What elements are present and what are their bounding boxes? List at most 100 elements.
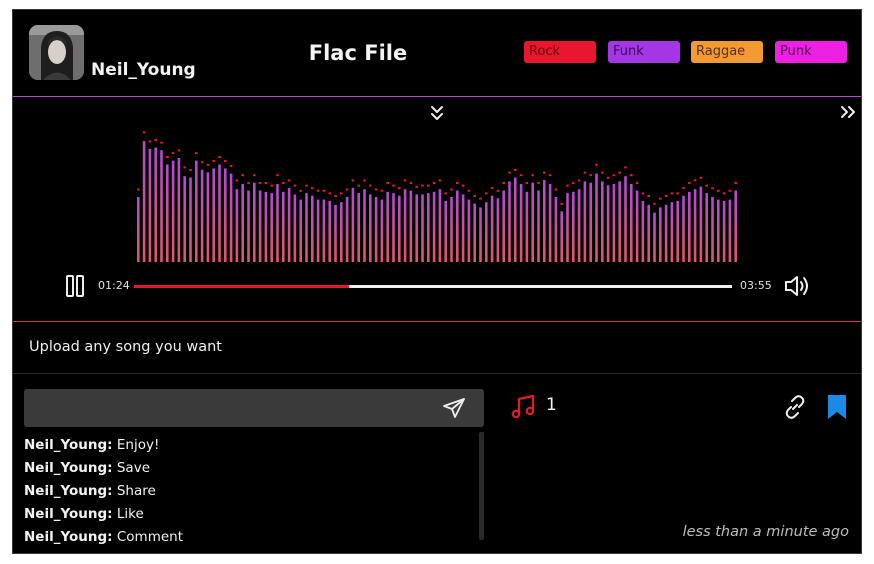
visualizer-bar (519, 184, 523, 262)
visualizer-peak (200, 161, 204, 164)
visualizer-bar (601, 181, 604, 262)
visualizer-bar (618, 181, 621, 262)
audio-visualizer (137, 131, 737, 262)
visualizer-bar (473, 203, 476, 262)
visualizer-bar (206, 172, 210, 262)
visualizer-bar (543, 180, 546, 262)
visualizer-bar (728, 199, 732, 262)
visualizer-peak (525, 182, 529, 184)
send-icon[interactable] (442, 397, 466, 419)
visualizer-peak (137, 188, 140, 191)
visualizer-peak (224, 159, 227, 162)
visualizer-peak (467, 189, 471, 192)
visualizer-peak (664, 195, 668, 197)
visualizer-peak (461, 184, 465, 187)
visualizer-bar (311, 195, 314, 262)
visualizer-bar (398, 195, 401, 262)
visualizer-peak (392, 184, 395, 187)
comment-author[interactable]: Neil_Young: (24, 506, 113, 522)
visualizer-bar (496, 198, 500, 262)
visualizer-peak (229, 165, 233, 168)
visualizer-peak (630, 174, 633, 177)
comment-author[interactable]: Neil_Young: (24, 460, 113, 476)
visualizer-peak (502, 182, 505, 184)
progress-bar[interactable] (134, 285, 732, 288)
visualizer-peak (717, 189, 720, 192)
visualizer-bar (154, 147, 157, 262)
visualizer-peak (659, 197, 662, 200)
visualizer-bar (212, 168, 215, 262)
visualizer-peak (595, 163, 598, 166)
visualizer-bar (403, 189, 407, 262)
visualizer-bar (363, 189, 366, 262)
avatar[interactable] (29, 25, 84, 80)
visualizer-peak (253, 174, 256, 177)
post-timestamp: less than a minute ago (682, 524, 849, 540)
visualizer-bar (374, 197, 378, 262)
visualizer-peak (653, 202, 656, 205)
tag-punk[interactable]: Punk (775, 41, 847, 63)
comment-text: Like (116, 506, 144, 522)
visualizer-bar (287, 187, 291, 262)
volume-icon[interactable] (783, 272, 813, 300)
visualizer-bar (142, 141, 146, 262)
visualizer-bar (450, 197, 453, 262)
bookmark-icon[interactable] (826, 393, 848, 421)
visualizer-peak (612, 174, 616, 177)
username[interactable]: Neil_Young (91, 60, 196, 80)
visualizer-peak (264, 182, 268, 184)
music-note-icon (511, 394, 537, 420)
tag-raggae[interactable]: Raggae (691, 41, 763, 63)
comment-list: Neil_Young: Enjoy! Neil_Young: Save Neil… (24, 437, 479, 553)
tag-funk[interactable]: Funk (608, 41, 680, 63)
visualizer-bar (699, 186, 703, 262)
visualizer-bar (322, 199, 326, 262)
visualizer-bar (421, 194, 424, 262)
visualizer-bar (276, 184, 279, 262)
visualizer-bar (537, 190, 540, 262)
comment-author[interactable]: Neil_Young: (24, 529, 113, 545)
visualizer-bar (293, 194, 297, 262)
visualizer-peak (583, 171, 587, 174)
pause-icon (66, 275, 84, 297)
visualizer-peak (334, 195, 337, 197)
visualizer-peak (218, 156, 221, 158)
visualizer-bar (247, 190, 250, 262)
visualizer-peak (688, 182, 691, 184)
visualizer-peak (427, 184, 430, 187)
visualizer-peak (166, 156, 169, 158)
comment-input[interactable] (24, 389, 436, 429)
visualizer-bar (577, 189, 581, 262)
visualizer-bar (693, 189, 697, 262)
visualizer-peak (276, 174, 279, 177)
visualizer-bar (160, 150, 163, 262)
visualizer-peak (235, 179, 239, 182)
visualizer-peak (577, 179, 581, 182)
visualizer-peak (635, 182, 639, 184)
visualizer-bar (647, 204, 650, 262)
visualizer-bar (241, 184, 244, 262)
comment-scrollbar[interactable] (479, 432, 484, 540)
tag-rock[interactable]: Rock (524, 41, 596, 63)
link-icon[interactable] (783, 395, 807, 419)
comment-author[interactable]: Neil_Young: (24, 483, 113, 499)
double-chevron-down-icon[interactable] (429, 104, 445, 122)
visualizer-bar (305, 193, 308, 262)
visualizer-peak (508, 171, 511, 174)
visualizer-bar (235, 189, 239, 262)
visualizer-bar (334, 204, 337, 262)
visualizer-peak (548, 174, 552, 177)
card-header: Neil_Young Flac File Rock Funk Raggae Pu… (13, 10, 861, 97)
visualizer-peak (693, 179, 697, 182)
visualizer-peak (409, 182, 413, 184)
visualizer-peak (682, 187, 685, 190)
visualizer-bar (200, 169, 204, 262)
pause-button[interactable] (65, 274, 87, 300)
comment-text: Save (116, 460, 150, 476)
double-chevron-right-icon[interactable] (839, 104, 857, 120)
visualizer-bar (630, 184, 633, 262)
visualizer-bar (525, 191, 529, 262)
comment-author[interactable]: Neil_Young: (24, 437, 113, 453)
visualizer-peak (432, 182, 436, 184)
visualizer-bar (316, 199, 320, 262)
